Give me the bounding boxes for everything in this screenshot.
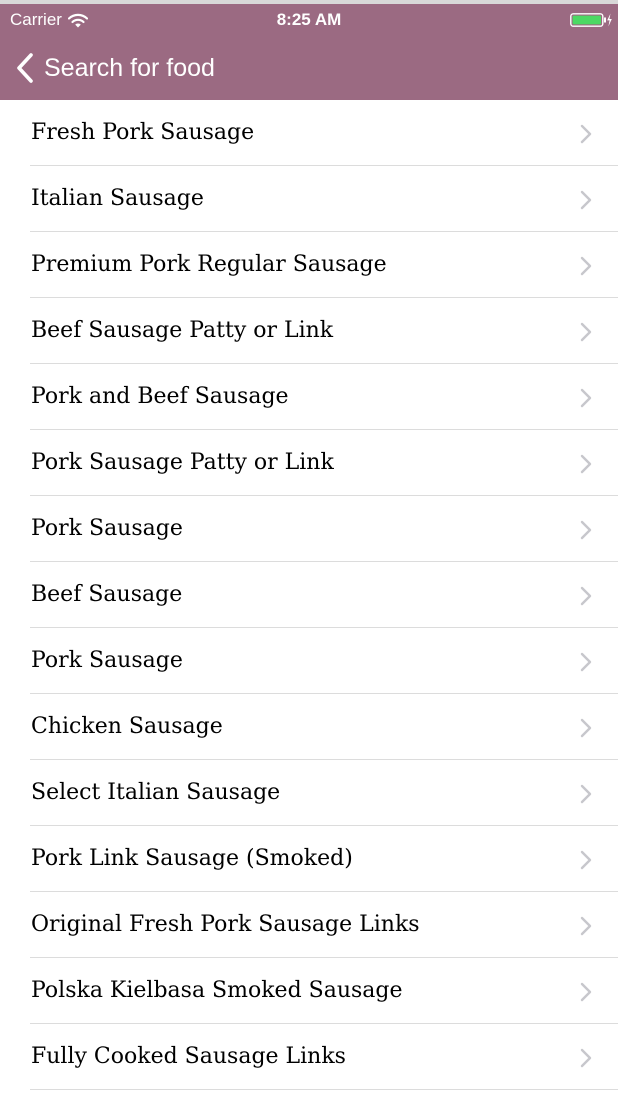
list-item[interactable]: Chicken Sausage [0, 694, 618, 760]
list-item-label: Italian Sausage [31, 186, 204, 211]
list-item[interactable]: Pork Sausage [0, 628, 618, 694]
chevron-right-icon [580, 256, 592, 276]
food-results-list: Fresh Pork Sausage Italian Sausage Premi… [0, 100, 618, 1090]
list-item[interactable]: Italian Sausage [0, 166, 618, 232]
list-item[interactable]: Beef Sausage Patty or Link [0, 298, 618, 364]
list-item[interactable]: Pork Sausage [0, 496, 618, 562]
list-item-label: Fresh Pork Sausage [31, 120, 255, 145]
clock: 8:25 AM [276, 10, 342, 29]
status-bar: Carrier 8:25 AM [0, 4, 618, 36]
chevron-right-icon [580, 454, 592, 474]
list-item[interactable]: Fresh Pork Sausage [0, 100, 618, 166]
list-item-label: Pork Sausage Patty or Link [31, 450, 334, 475]
navigation-bar: Search for food [0, 36, 618, 100]
chevron-right-icon [580, 388, 592, 408]
row-separator [30, 1089, 618, 1090]
chevron-right-icon [580, 124, 592, 144]
list-item-label: Select Italian Sausage [31, 780, 281, 805]
chevron-right-icon [580, 916, 592, 936]
list-item-label: Beef Sausage [31, 582, 183, 607]
list-item-label: Chicken Sausage [31, 714, 223, 739]
chevron-right-icon [580, 586, 592, 606]
back-button-label: Search for food [44, 54, 215, 82]
list-item-label: Pork and Beef Sausage [31, 384, 289, 409]
list-item[interactable]: Pork and Beef Sausage [0, 364, 618, 430]
chevron-right-icon [580, 1048, 592, 1068]
list-item-label: Pork Sausage [31, 648, 183, 673]
chevron-right-icon [580, 982, 592, 1002]
screen: Carrier 8:25 AM Search for food Fresh Po… [0, 0, 618, 1108]
list-item-label: Pork Link Sausage (Smoked) [31, 846, 353, 871]
chevron-right-icon [580, 850, 592, 870]
chevron-right-icon [580, 718, 592, 738]
list-item[interactable]: Pork Link Sausage (Smoked) [0, 826, 618, 892]
list-item-label: Polska Kielbasa Smoked Sausage [31, 978, 403, 1003]
back-button[interactable]: Search for food [14, 50, 215, 86]
list-item[interactable]: Select Italian Sausage [0, 760, 618, 826]
chevron-right-icon [580, 190, 592, 210]
chevron-right-icon [580, 652, 592, 672]
chevron-left-icon [17, 53, 33, 83]
list-item-label: Premium Pork Regular Sausage [31, 252, 387, 277]
header: Carrier 8:25 AM Search for food [0, 4, 618, 100]
chevron-right-icon [580, 784, 592, 804]
list-item-label: Original Fresh Pork Sausage Links [31, 912, 420, 937]
list-item[interactable]: Original Fresh Pork Sausage Links [0, 892, 618, 958]
list-item[interactable]: Premium Pork Regular Sausage [0, 232, 618, 298]
list-item[interactable]: Polska Kielbasa Smoked Sausage [0, 958, 618, 1024]
list-item[interactable]: Pork Sausage Patty or Link [0, 430, 618, 496]
battery-charging-icon [570, 13, 612, 27]
list-item-label: Fully Cooked Sausage Links [31, 1044, 346, 1069]
list-item-label: Beef Sausage Patty or Link [31, 318, 334, 343]
chevron-right-icon [580, 520, 592, 540]
chevron-right-icon [580, 322, 592, 342]
list-item-label: Pork Sausage [31, 516, 183, 541]
list-item[interactable]: Beef Sausage [0, 562, 618, 628]
list-item[interactable]: Fully Cooked Sausage Links [0, 1024, 618, 1090]
